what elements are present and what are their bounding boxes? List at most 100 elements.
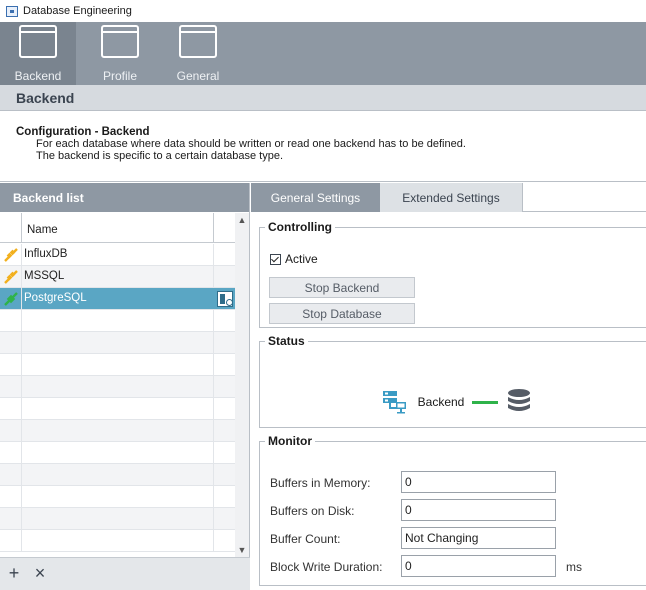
row-gutter bbox=[0, 310, 22, 332]
row-gutter bbox=[0, 354, 22, 376]
scroll-up-arrow-icon[interactable]: ▲ bbox=[235, 213, 249, 227]
controlling-legend: Controlling bbox=[268, 220, 332, 234]
settings-tabs: General Settings Extended Settings bbox=[251, 183, 646, 212]
table-row[interactable]: PostgreSQL bbox=[0, 288, 235, 310]
backend-list-header: Backend list bbox=[0, 183, 249, 212]
block-write-duration-unit: ms bbox=[566, 560, 582, 574]
table-row[interactable]: MSSQL bbox=[0, 266, 235, 288]
column-divider bbox=[213, 486, 214, 508]
table-row[interactable] bbox=[0, 530, 235, 552]
settings-panel: General Settings Extended Settings Contr… bbox=[251, 183, 646, 590]
backend-name: InfluxDB bbox=[24, 248, 68, 260]
row-gutter bbox=[0, 332, 22, 354]
backend-grid: Name InfluxDB MSSQL PostgreSQL ▲ ▼ bbox=[0, 213, 250, 557]
buffers-on-disk-field[interactable]: 0 bbox=[401, 499, 556, 521]
plug-disconnected-icon bbox=[4, 270, 18, 284]
active-label: Active bbox=[285, 252, 318, 266]
nav-item-backend[interactable]: Backend bbox=[0, 22, 76, 85]
column-divider bbox=[213, 376, 214, 398]
column-divider bbox=[213, 332, 214, 354]
window-icon bbox=[101, 25, 139, 58]
column-divider bbox=[213, 398, 214, 420]
column-divider bbox=[213, 244, 214, 266]
table-row[interactable] bbox=[0, 332, 235, 354]
buffer-count-label: Buffer Count: bbox=[270, 532, 341, 546]
table-row[interactable] bbox=[0, 398, 235, 420]
status-diagram: Backend bbox=[260, 388, 646, 416]
row-gutter bbox=[0, 486, 22, 508]
active-checkbox[interactable]: Active bbox=[270, 252, 318, 266]
row-gutter bbox=[0, 530, 22, 552]
controlling-group: Controlling Active Stop Backend Stop Dat… bbox=[259, 220, 646, 328]
nav-item-label: General bbox=[176, 69, 220, 83]
column-divider bbox=[213, 310, 214, 332]
buffers-in-memory-label: Buffers in Memory: bbox=[270, 476, 371, 490]
column-divider bbox=[213, 213, 214, 243]
nav-item-general[interactable]: General bbox=[160, 22, 236, 85]
monitor-legend: Monitor bbox=[268, 434, 312, 448]
add-backend-button[interactable]: + bbox=[4, 563, 24, 584]
column-divider bbox=[213, 266, 214, 288]
window-icon bbox=[19, 25, 57, 58]
window-title: Database Engineering bbox=[23, 5, 132, 17]
scroll-down-arrow-icon[interactable]: ▼ bbox=[235, 543, 249, 557]
monitor-group: Monitor Buffers in Memory: 0 Buffers on … bbox=[259, 434, 646, 586]
tab-extended-settings[interactable]: Extended Settings bbox=[380, 183, 523, 212]
table-row[interactable] bbox=[0, 310, 235, 332]
column-divider bbox=[213, 464, 214, 486]
description-title: Configuration - Backend bbox=[16, 126, 150, 138]
list-footer-toolbar: + × bbox=[0, 557, 250, 590]
column-divider bbox=[213, 354, 214, 376]
stop-backend-button[interactable]: Stop Backend bbox=[269, 277, 415, 298]
row-gutter bbox=[0, 420, 22, 442]
connection-status-line bbox=[472, 400, 499, 404]
remove-backend-button[interactable]: × bbox=[30, 563, 50, 584]
grid-header: Name bbox=[0, 213, 235, 243]
table-row[interactable] bbox=[0, 464, 235, 486]
window-icon bbox=[179, 25, 217, 58]
column-divider bbox=[213, 530, 214, 552]
status-backend-label: Backend bbox=[417, 395, 465, 409]
block-write-duration-field[interactable]: 0 bbox=[401, 555, 556, 577]
row-gutter bbox=[0, 508, 22, 530]
status-legend: Status bbox=[268, 334, 305, 348]
nav-toolbar: Backend Profile General bbox=[0, 22, 646, 85]
buffer-count-field[interactable]: Not Changing bbox=[401, 527, 556, 549]
table-row[interactable] bbox=[0, 420, 235, 442]
server-icon bbox=[382, 391, 406, 414]
table-row[interactable] bbox=[0, 442, 235, 464]
column-header-name[interactable]: Name bbox=[27, 224, 58, 236]
buffers-in-memory-field[interactable]: 0 bbox=[401, 471, 556, 493]
database-icon bbox=[508, 389, 531, 411]
table-row[interactable]: InfluxDB bbox=[0, 244, 235, 266]
row-gutter bbox=[0, 442, 22, 464]
description-line: The backend is specific to a certain dat… bbox=[36, 150, 284, 162]
buffers-on-disk-label: Buffers on Disk: bbox=[270, 504, 355, 518]
row-gutter bbox=[0, 398, 22, 420]
description-line: For each database where data should be w… bbox=[36, 138, 466, 150]
nav-item-label: Backend bbox=[14, 69, 62, 83]
table-row[interactable] bbox=[0, 508, 235, 530]
backend-name: PostgreSQL bbox=[24, 292, 87, 304]
row-gutter bbox=[0, 376, 22, 398]
column-divider bbox=[213, 420, 214, 442]
column-divider bbox=[213, 442, 214, 464]
backend-list-panel: Backend list Name InfluxDB MSSQL Postgre… bbox=[0, 183, 250, 590]
table-row[interactable] bbox=[0, 354, 235, 376]
checkbox-checked-icon[interactable] bbox=[270, 253, 281, 265]
table-row[interactable] bbox=[0, 486, 235, 508]
stop-database-button[interactable]: Stop Database bbox=[269, 303, 415, 324]
description-panel: Configuration - Backend For each databas… bbox=[0, 111, 646, 182]
backend-name: MSSQL bbox=[24, 270, 65, 282]
tab-general-settings[interactable]: General Settings bbox=[251, 183, 380, 212]
app-window-icon bbox=[6, 5, 18, 17]
row-gutter bbox=[0, 464, 22, 486]
block-write-duration-label: Block Write Duration: bbox=[270, 560, 383, 574]
vertical-scrollbar[interactable]: ▲ ▼ bbox=[235, 213, 249, 557]
nav-item-label: Profile bbox=[102, 69, 137, 83]
nav-item-profile[interactable]: Profile bbox=[82, 22, 158, 85]
row-gutter bbox=[0, 213, 22, 243]
config-icon[interactable] bbox=[217, 291, 233, 307]
table-row[interactable] bbox=[0, 376, 235, 398]
status-group: Status Backend bbox=[259, 334, 646, 428]
